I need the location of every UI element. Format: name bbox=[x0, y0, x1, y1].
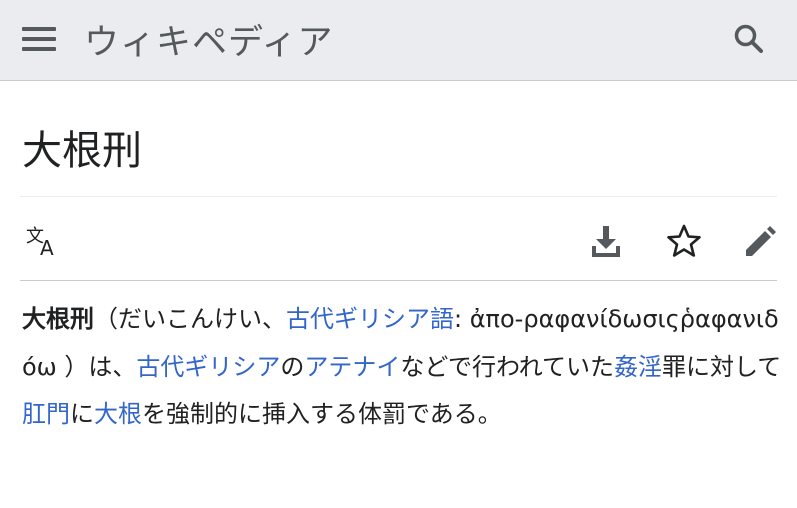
site-wordmark[interactable]: ウィキペディア bbox=[84, 14, 334, 65]
link-ancient-greek-language[interactable]: 古代ギリシア語 bbox=[286, 305, 454, 333]
article-lead-paragraph: 大根刑（だいこんけい、古代ギリシア語: ἀπο-ραφανίδωσιςῥαφαν… bbox=[22, 296, 792, 439]
text-segment: ）は、 bbox=[56, 352, 137, 381]
page-title: 大根刑 bbox=[22, 128, 142, 174]
top-header-bar: ウィキペディア bbox=[0, 0, 797, 81]
link-daikon[interactable]: 大根 bbox=[94, 400, 142, 428]
download-icon[interactable] bbox=[586, 222, 626, 262]
link-athens[interactable]: アテナイ bbox=[304, 353, 400, 381]
pencil-icon[interactable] bbox=[740, 222, 780, 262]
text-segment: に bbox=[70, 400, 94, 428]
text-segment: の bbox=[280, 352, 305, 381]
link-adultery[interactable]: 姦淫 bbox=[614, 353, 662, 381]
link-anus[interactable]: 肛門 bbox=[22, 400, 70, 428]
search-icon[interactable] bbox=[732, 22, 766, 56]
link-ancient-greece[interactable]: 古代ギリシア bbox=[136, 353, 280, 381]
text-segment: : bbox=[454, 305, 470, 333]
language-icon[interactable]: 文 A bbox=[24, 222, 64, 262]
text-segment: （だいこんけい、 bbox=[94, 305, 286, 333]
svg-text:A: A bbox=[40, 236, 54, 260]
hamburger-menu-icon[interactable] bbox=[22, 24, 56, 54]
toolbar-divider bbox=[20, 280, 777, 281]
title-divider bbox=[20, 196, 777, 197]
bold-term: 大根刑 bbox=[22, 305, 94, 333]
star-icon[interactable] bbox=[664, 222, 704, 262]
text-segment: などで行われていた bbox=[400, 352, 615, 381]
text-segment: 罪に対して bbox=[662, 352, 782, 381]
text-segment: を強制的に挿入する体罰である。 bbox=[142, 400, 502, 428]
